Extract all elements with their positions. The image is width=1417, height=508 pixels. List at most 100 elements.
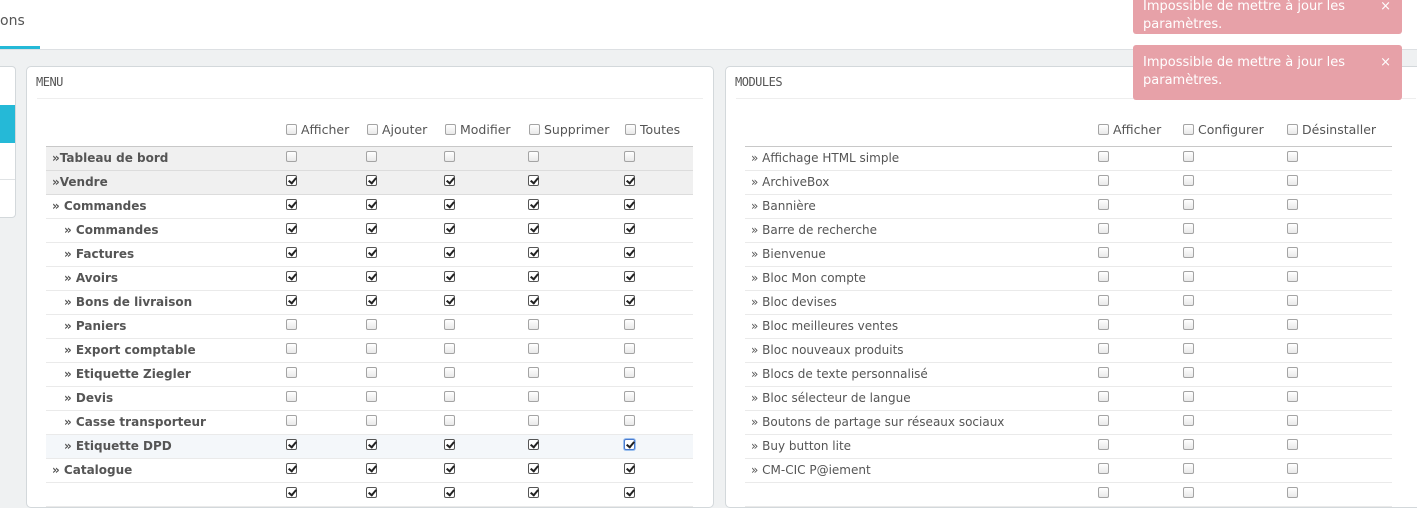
permission-checkbox[interactable] — [366, 223, 377, 234]
permission-checkbox[interactable] — [444, 271, 455, 282]
permission-checkbox[interactable] — [444, 247, 455, 258]
toast-close-button[interactable]: × — [1380, 54, 1391, 72]
select-all-module-checkbox[interactable] — [1183, 124, 1194, 135]
permission-checkbox[interactable] — [286, 223, 297, 234]
permission-checkbox[interactable] — [624, 247, 635, 258]
permission-checkbox[interactable] — [1287, 175, 1298, 186]
permission-checkbox[interactable] — [444, 319, 455, 330]
permission-checkbox[interactable] — [1287, 391, 1298, 402]
permission-checkbox[interactable] — [1098, 175, 1109, 186]
select-all-menu-checkbox[interactable] — [286, 124, 297, 135]
permission-checkbox[interactable] — [1098, 439, 1109, 450]
permission-checkbox[interactable] — [286, 319, 297, 330]
permission-checkbox[interactable] — [444, 415, 455, 426]
permission-checkbox[interactable] — [286, 487, 297, 498]
permission-checkbox[interactable] — [624, 223, 635, 234]
permission-checkbox[interactable] — [528, 463, 539, 474]
permission-checkbox[interactable] — [528, 391, 539, 402]
permission-checkbox[interactable] — [1183, 175, 1194, 186]
permission-checkbox[interactable] — [444, 463, 455, 474]
permission-checkbox[interactable] — [1287, 151, 1298, 162]
permission-checkbox[interactable] — [1183, 487, 1194, 498]
tab-permissions[interactable]: ons — [0, 0, 40, 49]
permission-checkbox[interactable] — [1183, 247, 1194, 258]
permission-checkbox[interactable] — [366, 439, 377, 450]
permission-checkbox[interactable] — [528, 415, 539, 426]
permission-checkbox[interactable] — [444, 439, 455, 450]
permission-checkbox[interactable] — [1183, 223, 1194, 234]
permission-checkbox[interactable] — [624, 463, 635, 474]
permission-checkbox[interactable] — [528, 487, 539, 498]
permission-checkbox[interactable] — [1287, 223, 1298, 234]
permission-checkbox[interactable] — [1287, 487, 1298, 498]
permission-checkbox[interactable] — [1287, 463, 1298, 474]
permission-checkbox[interactable] — [1287, 319, 1298, 330]
permission-checkbox[interactable] — [286, 391, 297, 402]
select-all-module-checkbox[interactable] — [1287, 124, 1298, 135]
permission-checkbox[interactable] — [1183, 295, 1194, 306]
permission-checkbox[interactable] — [1287, 367, 1298, 378]
permission-checkbox[interactable] — [528, 367, 539, 378]
permission-checkbox[interactable] — [1098, 295, 1109, 306]
permission-checkbox[interactable] — [366, 247, 377, 258]
permission-checkbox[interactable] — [366, 391, 377, 402]
permission-checkbox[interactable] — [528, 343, 539, 354]
permission-checkbox[interactable] — [1287, 271, 1298, 282]
select-all-menu-checkbox[interactable] — [367, 124, 378, 135]
permission-checkbox[interactable] — [286, 415, 297, 426]
permission-checkbox[interactable] — [366, 367, 377, 378]
permission-checkbox[interactable] — [1287, 343, 1298, 354]
permission-checkbox[interactable] — [528, 223, 539, 234]
permission-checkbox[interactable] — [444, 343, 455, 354]
permission-checkbox[interactable] — [1287, 439, 1298, 450]
permission-checkbox[interactable] — [1098, 463, 1109, 474]
permission-checkbox[interactable] — [1183, 463, 1194, 474]
permission-checkbox[interactable] — [624, 199, 635, 210]
permission-checkbox[interactable] — [286, 247, 297, 258]
permission-checkbox[interactable] — [286, 463, 297, 474]
permission-checkbox[interactable] — [624, 367, 635, 378]
permission-checkbox[interactable] — [1183, 367, 1194, 378]
profile-item-selected[interactable] — [0, 105, 15, 143]
permission-checkbox[interactable] — [624, 439, 635, 450]
permission-checkbox[interactable] — [444, 391, 455, 402]
permission-checkbox[interactable] — [624, 319, 635, 330]
permission-checkbox[interactable] — [366, 199, 377, 210]
permission-checkbox[interactable] — [366, 463, 377, 474]
permission-checkbox[interactable] — [1098, 319, 1109, 330]
permission-checkbox[interactable] — [528, 295, 539, 306]
permission-checkbox[interactable] — [286, 295, 297, 306]
permission-checkbox[interactable] — [444, 175, 455, 186]
permission-checkbox[interactable] — [286, 343, 297, 354]
permission-checkbox[interactable] — [444, 199, 455, 210]
permission-checkbox[interactable] — [528, 199, 539, 210]
select-all-menu-checkbox[interactable] — [529, 124, 540, 135]
permission-checkbox[interactable] — [286, 439, 297, 450]
permission-checkbox[interactable] — [366, 151, 377, 162]
permission-checkbox[interactable] — [1098, 367, 1109, 378]
permission-checkbox[interactable] — [1183, 151, 1194, 162]
permission-checkbox[interactable] — [1098, 223, 1109, 234]
permission-checkbox[interactable] — [528, 319, 539, 330]
permission-checkbox[interactable] — [1287, 415, 1298, 426]
permission-checkbox[interactable] — [528, 175, 539, 186]
permission-checkbox[interactable] — [528, 247, 539, 258]
permission-checkbox[interactable] — [366, 487, 377, 498]
permission-checkbox[interactable] — [528, 151, 539, 162]
permission-checkbox[interactable] — [444, 367, 455, 378]
toast-close-button[interactable]: × — [1380, 0, 1391, 16]
permission-checkbox[interactable] — [528, 271, 539, 282]
permission-checkbox[interactable] — [1098, 199, 1109, 210]
permission-checkbox[interactable] — [1098, 247, 1109, 258]
permission-checkbox[interactable] — [624, 151, 635, 162]
permission-checkbox[interactable] — [286, 367, 297, 378]
permission-checkbox[interactable] — [1098, 343, 1109, 354]
permission-checkbox[interactable] — [1183, 199, 1194, 210]
select-all-menu-checkbox[interactable] — [625, 124, 636, 135]
permission-checkbox[interactable] — [286, 271, 297, 282]
permission-checkbox[interactable] — [366, 271, 377, 282]
permission-checkbox[interactable] — [366, 175, 377, 186]
select-all-module-checkbox[interactable] — [1098, 124, 1109, 135]
permission-checkbox[interactable] — [286, 199, 297, 210]
permission-checkbox[interactable] — [1183, 391, 1194, 402]
